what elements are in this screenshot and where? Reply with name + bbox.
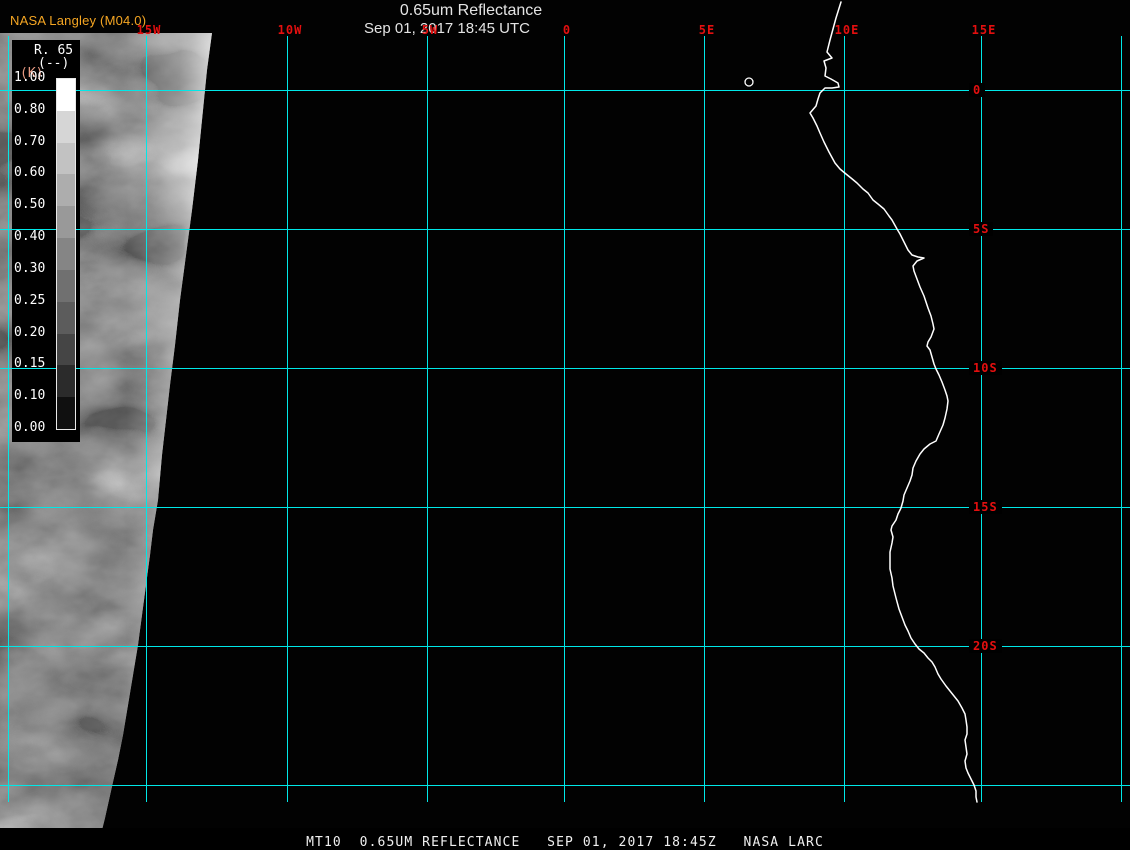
colorbar-segment [57, 365, 75, 397]
colorbar: R. 65 (--) (K) 1.000.800.700.600.500.400… [12, 40, 80, 442]
colorbar-tick-label: 0.10 [14, 388, 45, 404]
colorbar-tick-label: 0.80 [14, 102, 45, 118]
satellite-product-view: 15W10W5W05E10E15E05S10S15S20S R. 65 (--)… [0, 0, 1130, 850]
colorbar-segment [57, 397, 75, 429]
colorbar-segment [57, 334, 75, 366]
colorbar-segment [57, 270, 75, 302]
colorbar-tick-label: 0.50 [14, 197, 45, 213]
colorbar-segment [57, 302, 75, 334]
colorbar-segment [57, 111, 75, 143]
colorbar-tick-label: 1.00 [14, 70, 45, 86]
colorbar-tick-label: 0.40 [14, 229, 45, 245]
latitude-label: 10S [969, 361, 1002, 375]
status-bar: MT10 0.65UM REFLECTANCE SEP 01, 2017 18:… [0, 828, 1130, 850]
colorbar-segment [57, 174, 75, 206]
latitude-label: 15S [969, 500, 1002, 514]
colorbar-tick-label: 0.30 [14, 261, 45, 277]
colorbar-segment [57, 143, 75, 175]
latitude-label: 0 [969, 83, 985, 97]
colorbar-tick-label: 0.00 [14, 420, 45, 436]
latitude-label: 20S [969, 639, 1002, 653]
colorbar-segment [57, 206, 75, 238]
colorbar-tick-label: 0.15 [14, 356, 45, 372]
latitude-label: 5S [969, 222, 993, 236]
island-outline [745, 78, 753, 86]
colorbar-tick-label: 0.60 [14, 165, 45, 181]
colorbar-ramp [56, 78, 76, 430]
status-bar-text: MT10 0.65UM REFLECTANCE SEP 01, 2017 18:… [306, 835, 824, 850]
coastline [810, 2, 977, 802]
colorbar-tick-label: 0.20 [14, 325, 45, 341]
colorbar-tick-label: 0.25 [14, 293, 45, 309]
colorbar-segment [57, 238, 75, 270]
colorbar-tick-label: 0.70 [14, 134, 45, 150]
coastline-layer [0, 0, 1130, 850]
colorbar-segment [57, 79, 75, 111]
